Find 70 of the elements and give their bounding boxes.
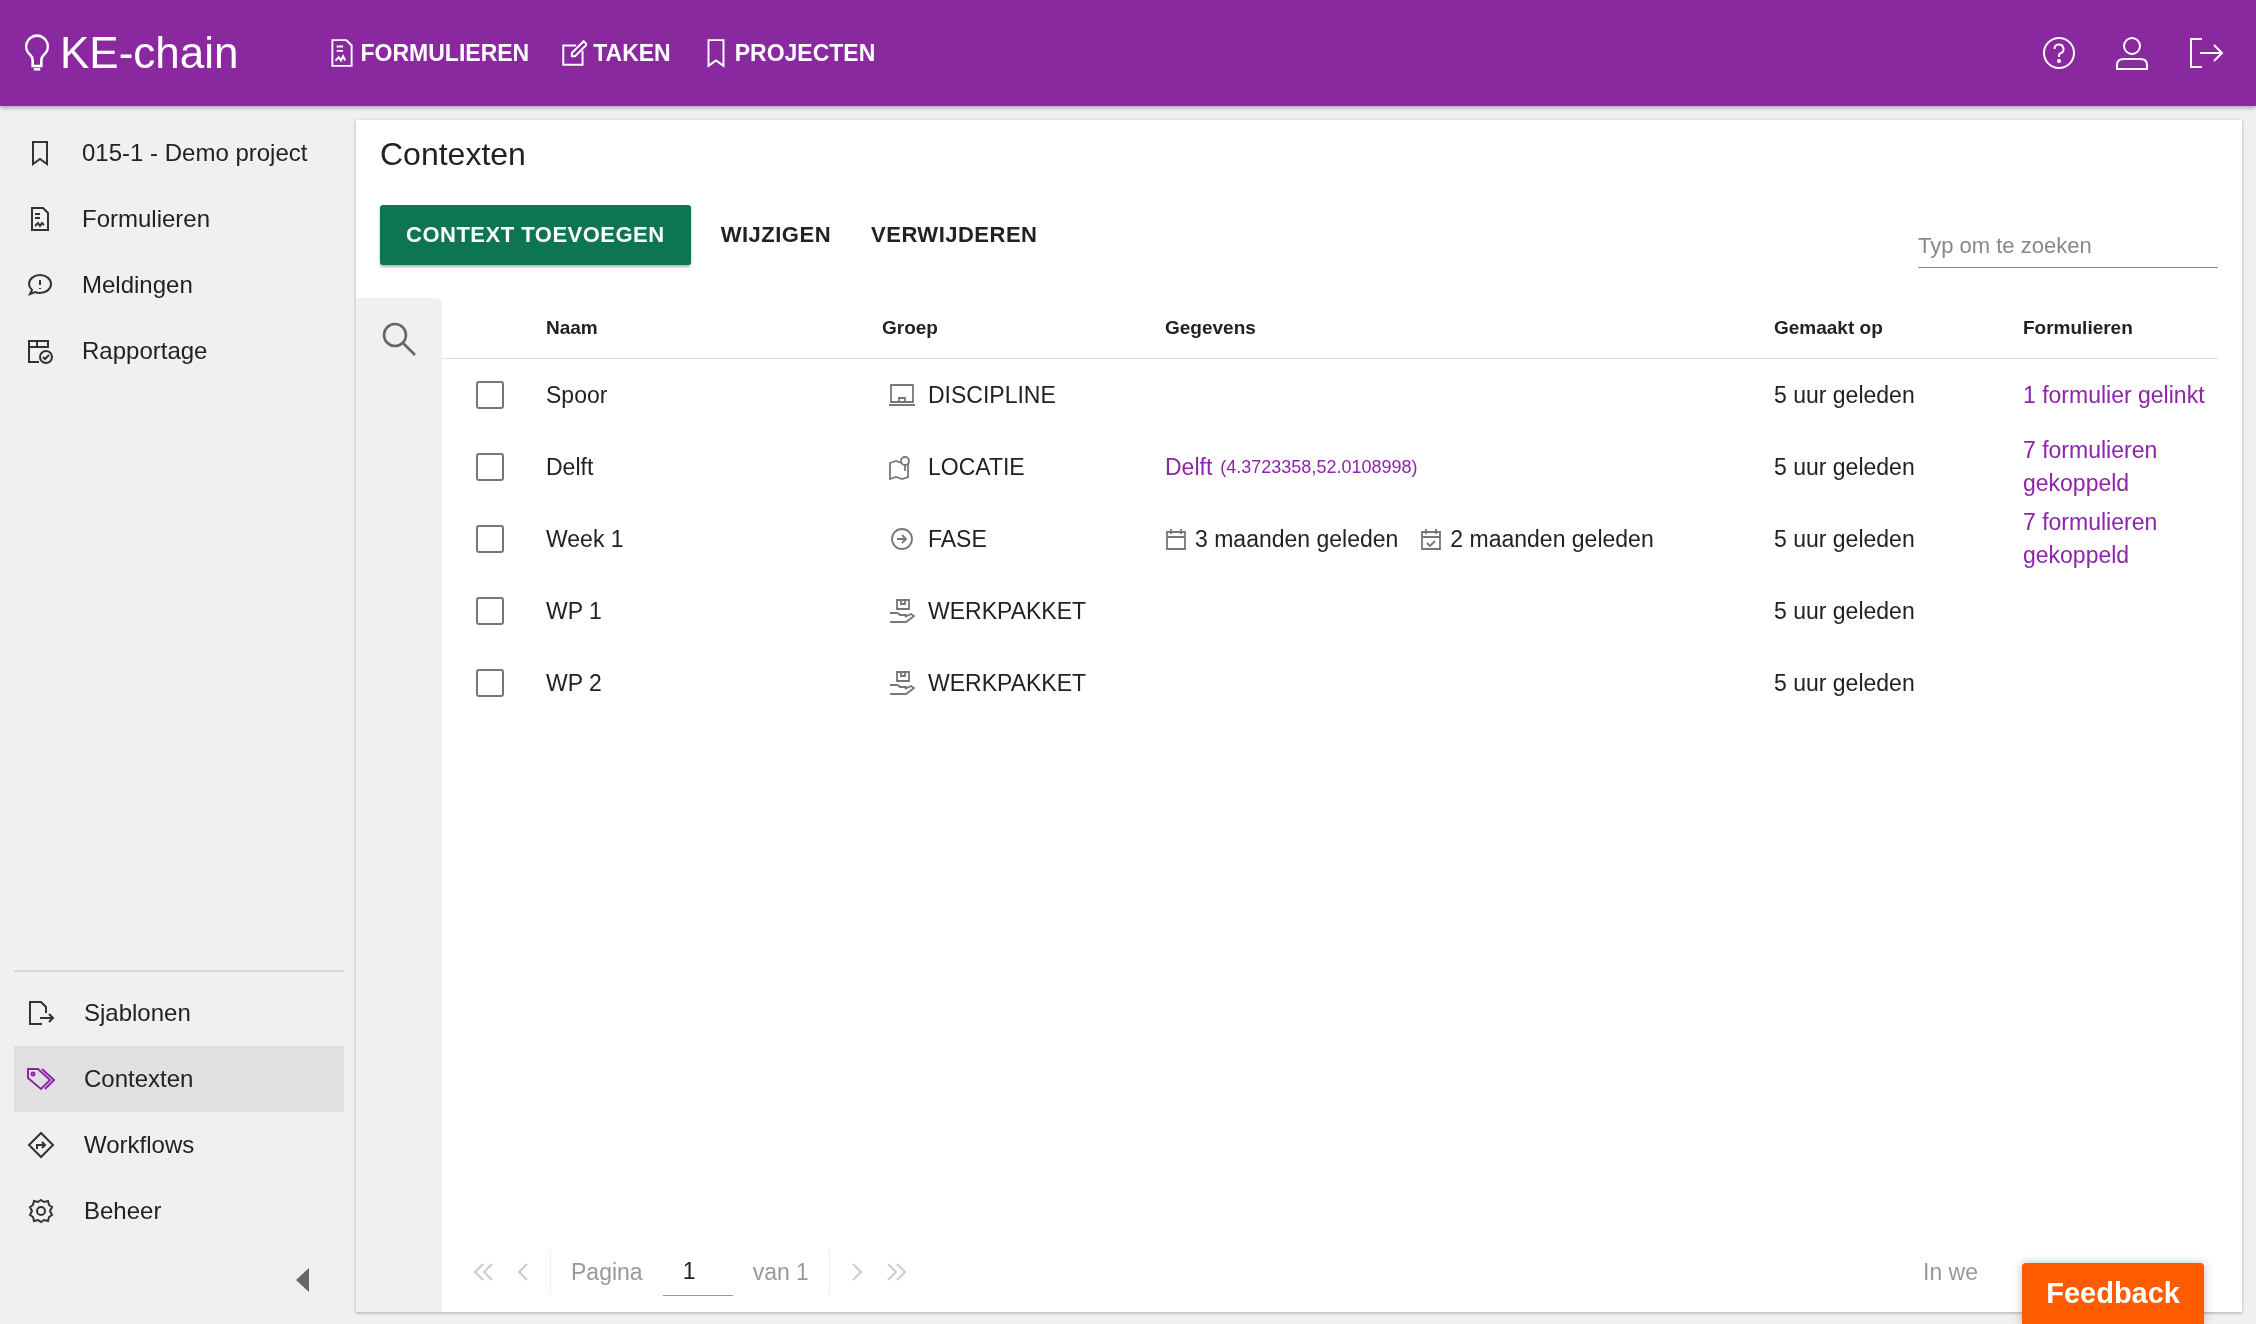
speech-bubble-icon — [26, 271, 54, 299]
row-checkbox[interactable] — [476, 453, 504, 481]
lightbulb-icon — [24, 33, 50, 73]
help-icon[interactable] — [2042, 36, 2076, 70]
table-cell-text: 5 uur geleden — [1774, 525, 1916, 553]
sidebar-item[interactable]: Contexten — [14, 1046, 344, 1112]
end-date: 2 maanden geleden — [1450, 525, 1654, 553]
pager-text: In we — [1923, 1258, 1978, 1286]
group-label: FASE — [928, 525, 987, 553]
column-header[interactable]: Formulieren — [2023, 317, 2218, 339]
page-count: van 1 — [752, 1258, 809, 1286]
page-title: Contexten — [380, 136, 527, 173]
search-icon[interactable] — [380, 320, 418, 358]
row-checkbox[interactable] — [476, 597, 504, 625]
user-icon[interactable] — [2114, 35, 2150, 71]
forms-link[interactable]: 7 formulieren gekoppeld — [2023, 434, 2218, 500]
group-label: DISCIPLINE — [928, 381, 1056, 409]
column-header[interactable]: Groep — [882, 317, 1165, 339]
row-checkbox[interactable] — [476, 525, 504, 553]
table-cell-text: 5 uur geleden — [1774, 381, 1916, 409]
page-label: Pagina — [571, 1258, 643, 1286]
sidebar-item[interactable]: Rapportage — [14, 318, 344, 384]
sidebar-item[interactable]: Beheer — [14, 1178, 344, 1244]
table-cell-text: WP 1 — [546, 597, 603, 625]
calendar-check-icon — [1420, 527, 1443, 551]
group-label: WERKPAKKET — [928, 669, 1087, 697]
column-header[interactable]: Naam — [546, 317, 882, 339]
file-arrow-icon — [26, 999, 56, 1027]
forms-link[interactable]: 7 formulieren gekoppeld — [2023, 506, 2218, 572]
hand-box-icon — [888, 598, 916, 624]
forms-link[interactable]: 1 formulier gelinkt — [2023, 378, 2205, 412]
coordinates-text: (4.3723358,52.0108998) — [1220, 456, 1418, 478]
table-cell-text: Week 1 — [546, 525, 625, 553]
calendar-icon — [1165, 527, 1187, 551]
monitor-icon — [888, 382, 916, 408]
row-checkbox[interactable] — [476, 669, 504, 697]
table-cell-text: Spoor — [546, 381, 609, 409]
nav-link[interactable]: PROJECTEN — [702, 38, 876, 68]
table-cell-text: 5 uur geleden — [1774, 669, 1916, 697]
tag-icon — [26, 1065, 56, 1093]
location-link[interactable]: Delft — [1165, 453, 1213, 481]
diamond-arrow-icon — [26, 1131, 56, 1159]
form-icon — [328, 38, 355, 68]
row-checkbox[interactable] — [476, 381, 504, 409]
sidebar-item[interactable]: Sjablonen — [14, 980, 344, 1046]
nav-link[interactable]: FORMULIEREN — [328, 38, 530, 68]
sidebar-item[interactable]: Workflows — [14, 1112, 344, 1178]
sidebar-item[interactable]: 015-1 - Demo project — [14, 120, 344, 186]
table-cell-text: WP 2 — [546, 669, 603, 697]
start-date: 3 maanden geleden — [1195, 525, 1399, 553]
sidebar-item[interactable]: Meldingen — [14, 252, 344, 318]
sidebar-item[interactable]: Formulieren — [14, 186, 344, 252]
settings-icon — [26, 1197, 56, 1225]
logout-icon[interactable] — [2188, 37, 2224, 69]
action-button[interactable]: VERWIJDEREN — [857, 204, 1052, 265]
table-cell-text: 5 uur geleden — [1774, 453, 1916, 481]
app-logo[interactable]: KE-chain — [60, 28, 239, 78]
collapse-arrow-icon[interactable] — [296, 1268, 310, 1292]
pencil-icon — [561, 38, 588, 68]
box-check-icon — [26, 337, 54, 365]
group-label: LOCATIE — [928, 453, 1025, 481]
table-cell-text: Delft — [546, 453, 595, 481]
column-header[interactable]: Gegevens — [1165, 317, 1774, 339]
column-header[interactable]: Gemaakt op — [1774, 317, 2023, 339]
add-button[interactable]: CONTEXT TOEVOEGEN — [380, 204, 691, 265]
action-button[interactable]: WIJZIGEN — [706, 204, 846, 265]
nav-link[interactable]: TAKEN — [561, 38, 671, 68]
hand-box-icon — [888, 670, 916, 696]
table-cell-text: 5 uur geleden — [1774, 597, 1916, 625]
group-label: WERKPAKKET — [928, 597, 1087, 625]
